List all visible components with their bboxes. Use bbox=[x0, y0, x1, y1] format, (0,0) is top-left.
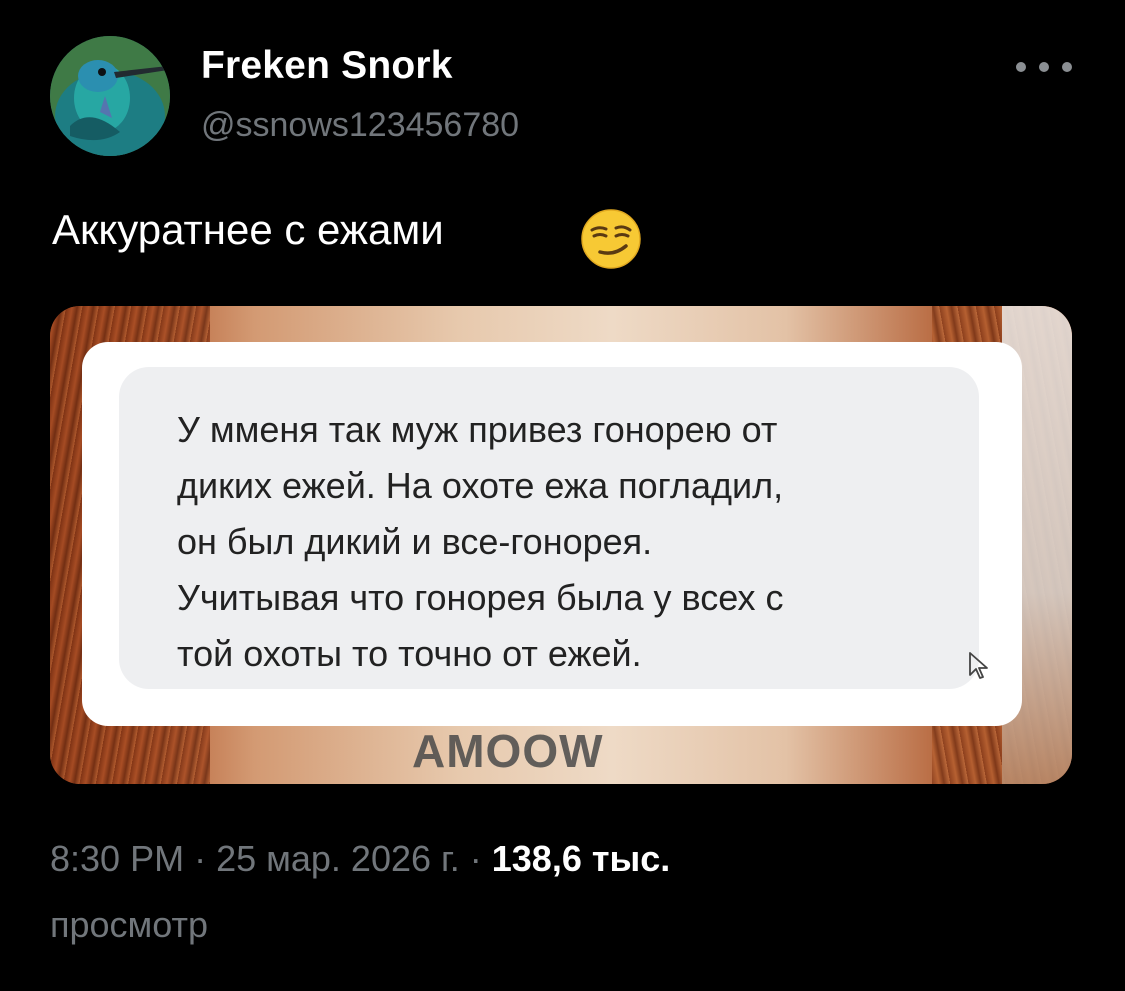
views-count[interactable]: 138,6 тыс. bbox=[492, 838, 671, 879]
tweet-text: Аккуратнее с ежами bbox=[52, 206, 444, 253]
author-handle[interactable]: @ssnows123456780 bbox=[201, 106, 519, 145]
views-label[interactable]: просмотр bbox=[50, 904, 208, 946]
tweet-meta: 8:30 PM · 25 мар. 2026 г. · 138,6 тыс. bbox=[50, 838, 670, 880]
author-avatar[interactable] bbox=[50, 36, 170, 156]
image-watermark: AMOOW bbox=[412, 725, 604, 777]
message-line: той охоты то точно от ежей. bbox=[177, 633, 642, 674]
smirking-face-emoji-icon bbox=[581, 209, 641, 269]
message-line: У ммeня так муж привез гонорею от bbox=[177, 409, 778, 450]
message-line: он был дикий и все-гонорея. bbox=[177, 521, 653, 562]
meta-separator: · bbox=[184, 838, 217, 879]
author-display-name[interactable]: Freken Snork bbox=[201, 44, 453, 88]
message-text: У ммeня так муж привез гонорею от диких … bbox=[177, 402, 977, 682]
tweet-date[interactable]: 25 мар. 2026 г. bbox=[216, 838, 460, 879]
tweet-media-image[interactable]: У ммeня так муж привез гонорею от диких … bbox=[50, 306, 1072, 784]
tweet-time[interactable]: 8:30 PM bbox=[50, 838, 184, 879]
ellipsis-icon bbox=[1062, 62, 1072, 72]
ellipsis-icon bbox=[1039, 62, 1049, 72]
more-options-button[interactable] bbox=[1016, 52, 1072, 82]
message-card: У ммeня так муж привез гонорею от диких … bbox=[82, 342, 1022, 726]
ellipsis-icon bbox=[1016, 62, 1026, 72]
message-bubble: У ммeня так муж привез гонорею от диких … bbox=[119, 367, 988, 689]
message-line: диких ежей. На охоте ежа погладил, bbox=[177, 465, 784, 506]
meta-separator: · bbox=[459, 838, 492, 879]
hummingbird-avatar-icon bbox=[50, 36, 170, 156]
pointer-cursor-icon bbox=[969, 652, 988, 679]
message-line: Учитывая что гонорея была у всех с bbox=[177, 577, 784, 618]
